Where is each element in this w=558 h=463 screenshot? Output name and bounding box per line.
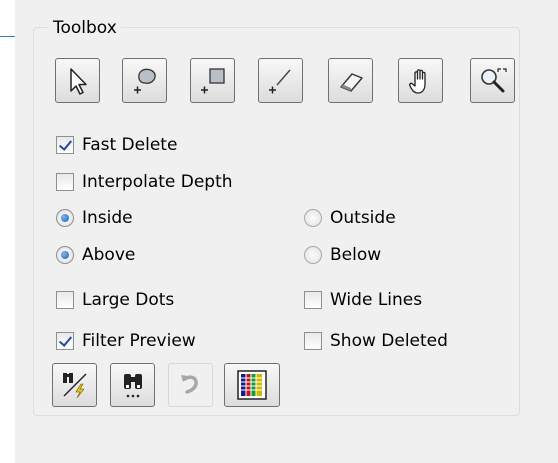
below-label: Below: [330, 245, 382, 265]
wide-lines-checkbox[interactable]: Wide Lines: [304, 289, 422, 311]
line-add-tool-button[interactable]: [258, 58, 303, 103]
select-tool-button[interactable]: [55, 58, 100, 103]
interpolate-depth-label: Interpolate Depth: [82, 172, 233, 192]
above-radio-button[interactable]: [56, 246, 74, 264]
inside-radio[interactable]: Inside: [56, 207, 133, 229]
below-radio[interactable]: Below: [304, 244, 381, 266]
zoom-icon: [480, 67, 507, 92]
fast-delete-label: Fast Delete: [82, 135, 178, 155]
interpolate-depth-checkbox[interactable]: Interpolate Depth: [56, 171, 233, 193]
large-dots-check-box[interactable]: [56, 291, 74, 309]
show-deleted-checkbox[interactable]: Show Deleted: [304, 330, 448, 352]
wide-lines-check-box[interactable]: [304, 291, 322, 309]
lasso-add-tool-button[interactable]: [122, 58, 167, 103]
binoculars-dots-icon: [123, 374, 142, 398]
show-deleted-label: Show Deleted: [330, 331, 448, 351]
arrow-pointer-icon: [69, 67, 87, 95]
lasso-add-icon: [133, 68, 156, 93]
below-radio-button[interactable]: [304, 246, 322, 264]
outside-radio[interactable]: Outside: [304, 207, 396, 229]
find-all-button[interactable]: [110, 363, 155, 407]
color-palette-button[interactable]: [224, 363, 280, 407]
zoom-tool-button[interactable]: [470, 58, 515, 103]
fast-delete-check-box[interactable]: [56, 136, 74, 154]
above-radio[interactable]: Above: [56, 244, 135, 266]
interpolate-depth-check-box[interactable]: [56, 173, 74, 191]
line-add-icon: [268, 69, 291, 93]
inside-label: Inside: [82, 208, 133, 228]
filter-preview-checkbox[interactable]: Filter Preview: [56, 330, 196, 352]
filter-preview-label: Filter Preview: [82, 331, 196, 351]
palette-grid-icon: [237, 370, 267, 400]
rectangle-add-tool-button[interactable]: [190, 58, 235, 103]
eraser-icon: [339, 72, 363, 92]
above-label: Above: [82, 245, 136, 265]
outside-label: Outside: [330, 208, 396, 228]
toolbox-title: Toolbox: [49, 17, 121, 39]
rectangle-add-icon: [200, 67, 225, 93]
filter-preview-check-box[interactable]: [56, 332, 74, 350]
large-dots-checkbox[interactable]: Large Dots: [56, 289, 174, 311]
pan-tool-button[interactable]: [398, 58, 443, 103]
find-quick-button[interactable]: [52, 363, 97, 407]
show-deleted-check-box[interactable]: [304, 332, 322, 350]
wide-lines-label: Wide Lines: [330, 290, 423, 310]
binoculars-lightning-icon: [62, 373, 86, 399]
eraser-tool-button[interactable]: [328, 58, 373, 103]
undo-button[interactable]: [168, 363, 213, 407]
undo-icon: [180, 375, 198, 394]
large-dots-label: Large Dots: [82, 290, 175, 310]
outside-radio-button[interactable]: [304, 209, 322, 227]
inside-radio-button[interactable]: [56, 209, 74, 227]
hand-icon: [408, 68, 426, 94]
fast-delete-checkbox[interactable]: Fast Delete: [56, 134, 177, 156]
